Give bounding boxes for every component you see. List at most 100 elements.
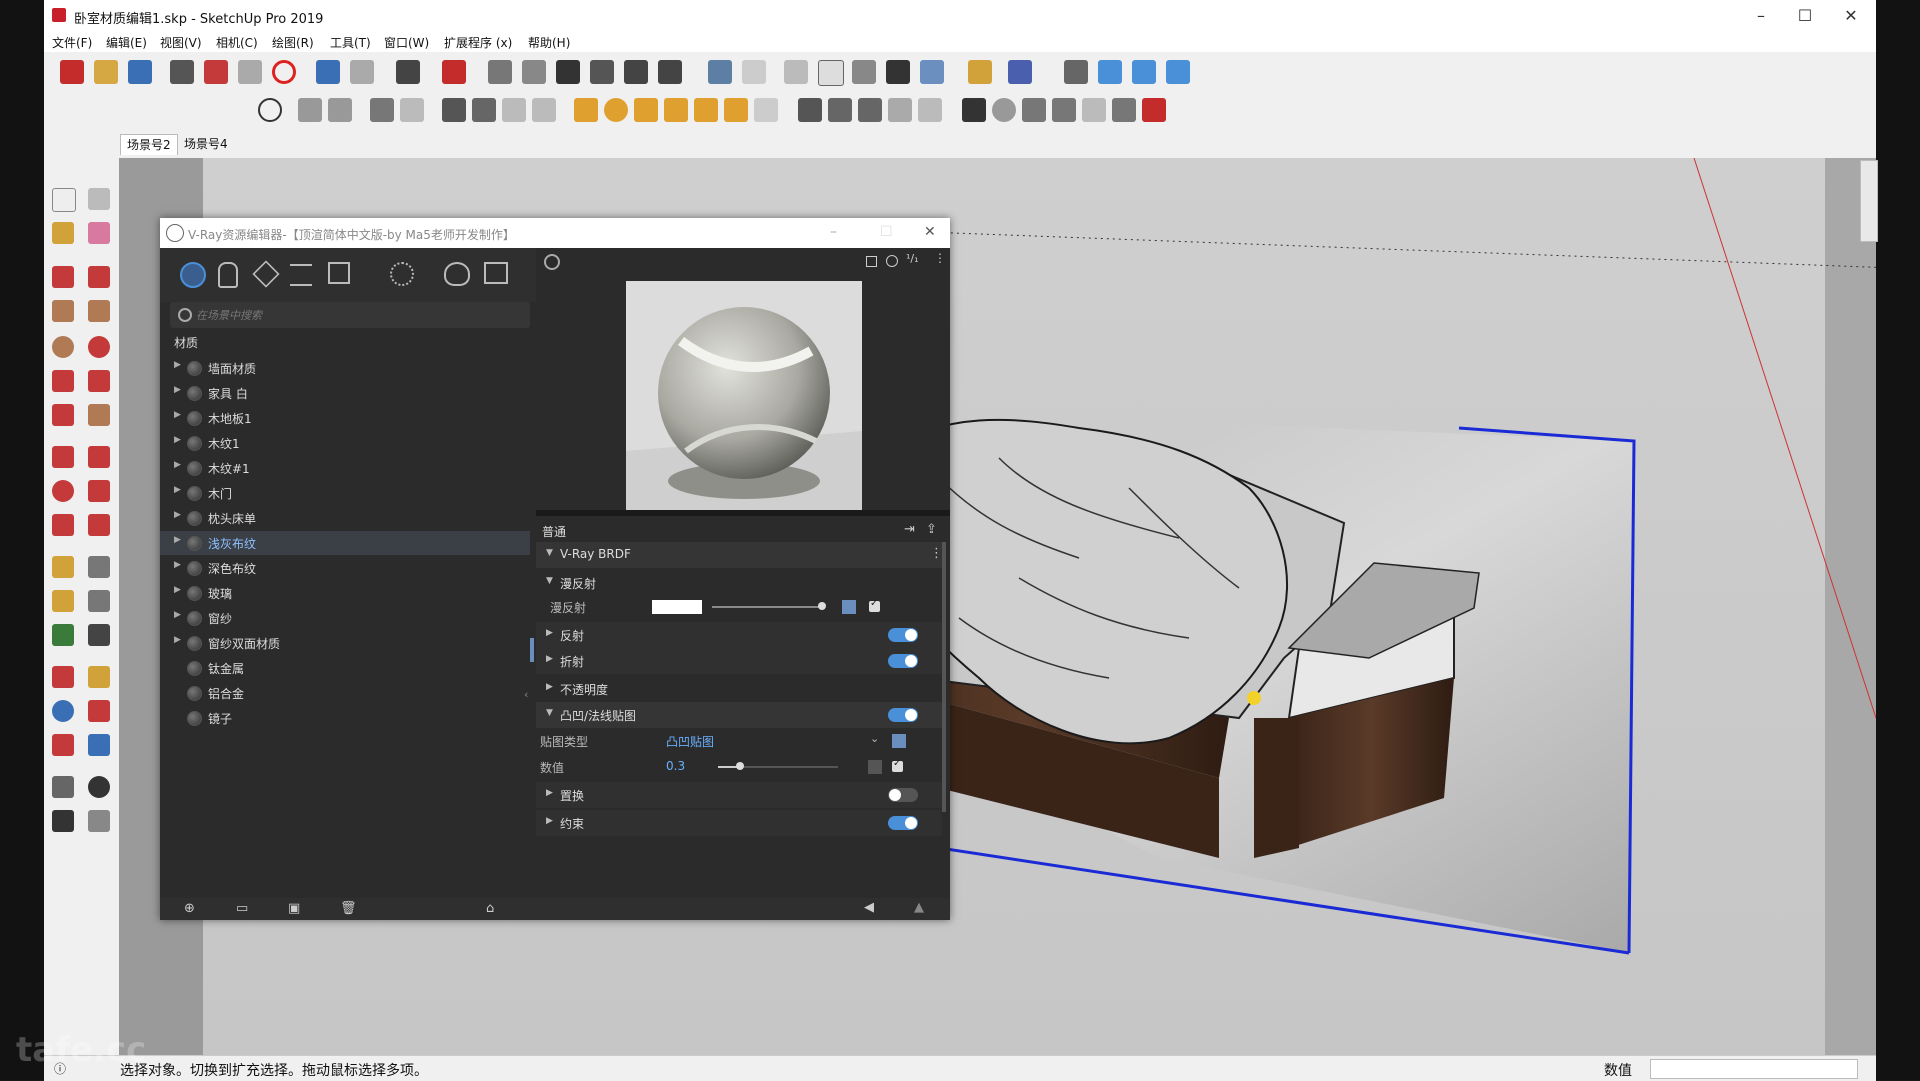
refraction-toggle[interactable] bbox=[888, 654, 918, 668]
default-tray-handle[interactable] bbox=[1860, 160, 1878, 242]
infinite-plane-icon[interactable] bbox=[798, 98, 822, 122]
dome-light-icon[interactable] bbox=[724, 98, 748, 122]
cube-blue2-icon[interactable] bbox=[1132, 60, 1156, 84]
amount-texture-slot[interactable] bbox=[868, 760, 882, 774]
teapot-interactive-icon[interactable] bbox=[328, 98, 352, 122]
undo-icon[interactable] bbox=[316, 60, 340, 84]
expand-arrow-icon[interactable]: ▶ bbox=[174, 460, 181, 470]
map-type-chevron-icon[interactable]: ⌄ bbox=[870, 732, 879, 745]
binding-toggle[interactable] bbox=[888, 816, 918, 830]
delete-material-icon[interactable]: 🗑 bbox=[340, 901, 357, 916]
material-item[interactable]: ▶ 木纹#1 bbox=[160, 456, 530, 480]
expand-arrow-icon[interactable]: ▶ bbox=[174, 560, 181, 570]
render-region-icon[interactable] bbox=[400, 98, 424, 122]
diffuse-color-swatch[interactable] bbox=[652, 600, 702, 614]
back-view-icon[interactable] bbox=[624, 60, 648, 84]
lock-icon[interactable] bbox=[532, 98, 556, 122]
left-view-icon[interactable] bbox=[658, 60, 682, 84]
vray-logo-icon[interactable] bbox=[258, 98, 282, 122]
bump-toggle[interactable] bbox=[888, 708, 918, 722]
shaded-icon[interactable] bbox=[818, 60, 844, 86]
iso-view-icon[interactable] bbox=[488, 60, 512, 84]
menu-view[interactable]: 视图(V) bbox=[160, 34, 202, 51]
eraser-icon[interactable] bbox=[88, 222, 110, 244]
material-item[interactable]: 铝合金 bbox=[160, 681, 530, 705]
menu-camera[interactable]: 相机(C) bbox=[216, 34, 258, 51]
proxy-export-icon[interactable] bbox=[828, 98, 852, 122]
orbit-icon[interactable] bbox=[52, 666, 74, 688]
section-plane-icon[interactable] bbox=[88, 810, 110, 832]
refraction-row[interactable]: ▶ 折射 bbox=[536, 648, 942, 674]
protractor-icon[interactable] bbox=[52, 590, 74, 612]
reflection-row[interactable]: ▶ 反射 bbox=[536, 622, 942, 648]
omni-light-icon[interactable] bbox=[694, 98, 718, 122]
component-icon[interactable] bbox=[88, 188, 110, 210]
material-search[interactable]: 在场景中搜索 bbox=[170, 302, 530, 328]
render-elements-category-icon[interactable] bbox=[328, 262, 350, 284]
clipper-icon[interactable] bbox=[918, 98, 942, 122]
material-item[interactable]: ▶ 木地板1 bbox=[160, 406, 530, 430]
arc-icon[interactable] bbox=[52, 370, 74, 392]
cloud-render-icon[interactable] bbox=[472, 98, 496, 122]
select-icon[interactable] bbox=[52, 188, 76, 212]
section-icon[interactable] bbox=[920, 60, 944, 84]
displacement-toggle[interactable] bbox=[888, 788, 918, 802]
textures-category-icon[interactable] bbox=[290, 264, 312, 286]
expand-arrow-icon[interactable]: ▶ bbox=[174, 410, 181, 420]
map-type-texture-slot[interactable] bbox=[892, 734, 906, 748]
menu-file[interactable]: 文件(F) bbox=[52, 34, 92, 51]
expand-arrow-icon[interactable]: ▶ bbox=[174, 535, 181, 545]
rect-light-icon[interactable] bbox=[574, 98, 598, 122]
material-item[interactable]: ▶ 窗纱双面材质 bbox=[160, 631, 530, 655]
mirror-icon[interactable] bbox=[968, 60, 992, 84]
diffuse-slider[interactable] bbox=[712, 606, 822, 608]
print-icon[interactable] bbox=[396, 60, 420, 84]
teapot-icon[interactable] bbox=[298, 98, 322, 122]
circle-icon[interactable] bbox=[52, 336, 74, 358]
tool-a-icon[interactable] bbox=[1022, 98, 1046, 122]
rotate-icon[interactable] bbox=[52, 480, 74, 502]
material-item[interactable]: 钛金属 bbox=[160, 656, 530, 680]
reflection-toggle[interactable] bbox=[888, 628, 918, 642]
material-item[interactable]: ▶ 家具 白 bbox=[160, 381, 530, 405]
expand-arrow-icon[interactable]: ▶ bbox=[174, 360, 181, 370]
paint-bucket-icon[interactable] bbox=[52, 222, 74, 244]
amount-checkbox[interactable] bbox=[892, 758, 903, 772]
expand-arrow-icon[interactable]: ▶ bbox=[174, 585, 181, 595]
displacement-expand-icon[interactable]: ▶ bbox=[546, 788, 553, 798]
sphere-light-icon[interactable] bbox=[604, 98, 628, 122]
batch-render-icon[interactable] bbox=[442, 98, 466, 122]
text-icon[interactable] bbox=[88, 590, 110, 612]
vray-close-button[interactable]: ✕ bbox=[924, 224, 936, 240]
lights-category-icon[interactable] bbox=[218, 262, 238, 288]
offset-icon[interactable] bbox=[88, 514, 110, 536]
purge-icon[interactable]: ⌂ bbox=[486, 901, 494, 916]
rectangle-icon[interactable] bbox=[52, 300, 74, 322]
home-icon[interactable] bbox=[556, 60, 580, 84]
list-scrollbar[interactable] bbox=[530, 638, 534, 662]
save-material-icon[interactable]: ▣ bbox=[288, 901, 300, 916]
amount-value[interactable]: 0.3 bbox=[666, 759, 685, 773]
settings-icon[interactable] bbox=[390, 262, 414, 286]
previous-view-icon[interactable] bbox=[88, 734, 110, 756]
opacity-expand-icon[interactable]: ▶ bbox=[546, 682, 553, 692]
cube-blue-icon[interactable] bbox=[1098, 60, 1122, 84]
amount-slider-handle[interactable] bbox=[736, 762, 744, 770]
follow-me-icon[interactable] bbox=[88, 480, 110, 502]
material-item[interactable]: ▶ 墙面材质 bbox=[160, 356, 530, 380]
preview-square-icon[interactable] bbox=[866, 256, 877, 267]
minimize-button[interactable]: – bbox=[1746, 6, 1776, 25]
expand-arrow-icon[interactable]: ▶ bbox=[174, 610, 181, 620]
model-info-icon[interactable] bbox=[442, 60, 466, 84]
diffuse-group[interactable]: ▼ 漫反射 bbox=[536, 570, 942, 596]
axes-icon[interactable] bbox=[1064, 60, 1088, 84]
new-icon[interactable] bbox=[60, 60, 84, 84]
preview-ratio-icon[interactable]: ¹/₁ bbox=[906, 252, 919, 265]
materials-category-icon[interactable] bbox=[180, 262, 206, 288]
vray-minimize-button[interactable]: – bbox=[830, 224, 837, 240]
bump-collapse-icon[interactable]: ▼ bbox=[546, 708, 553, 718]
rotated-rect-icon[interactable] bbox=[88, 300, 110, 322]
swap-icon[interactable]: ⇥ bbox=[904, 522, 915, 537]
menu-draw[interactable]: 绘图(R) bbox=[272, 34, 314, 51]
menu-tools[interactable]: 工具(T) bbox=[330, 34, 371, 51]
